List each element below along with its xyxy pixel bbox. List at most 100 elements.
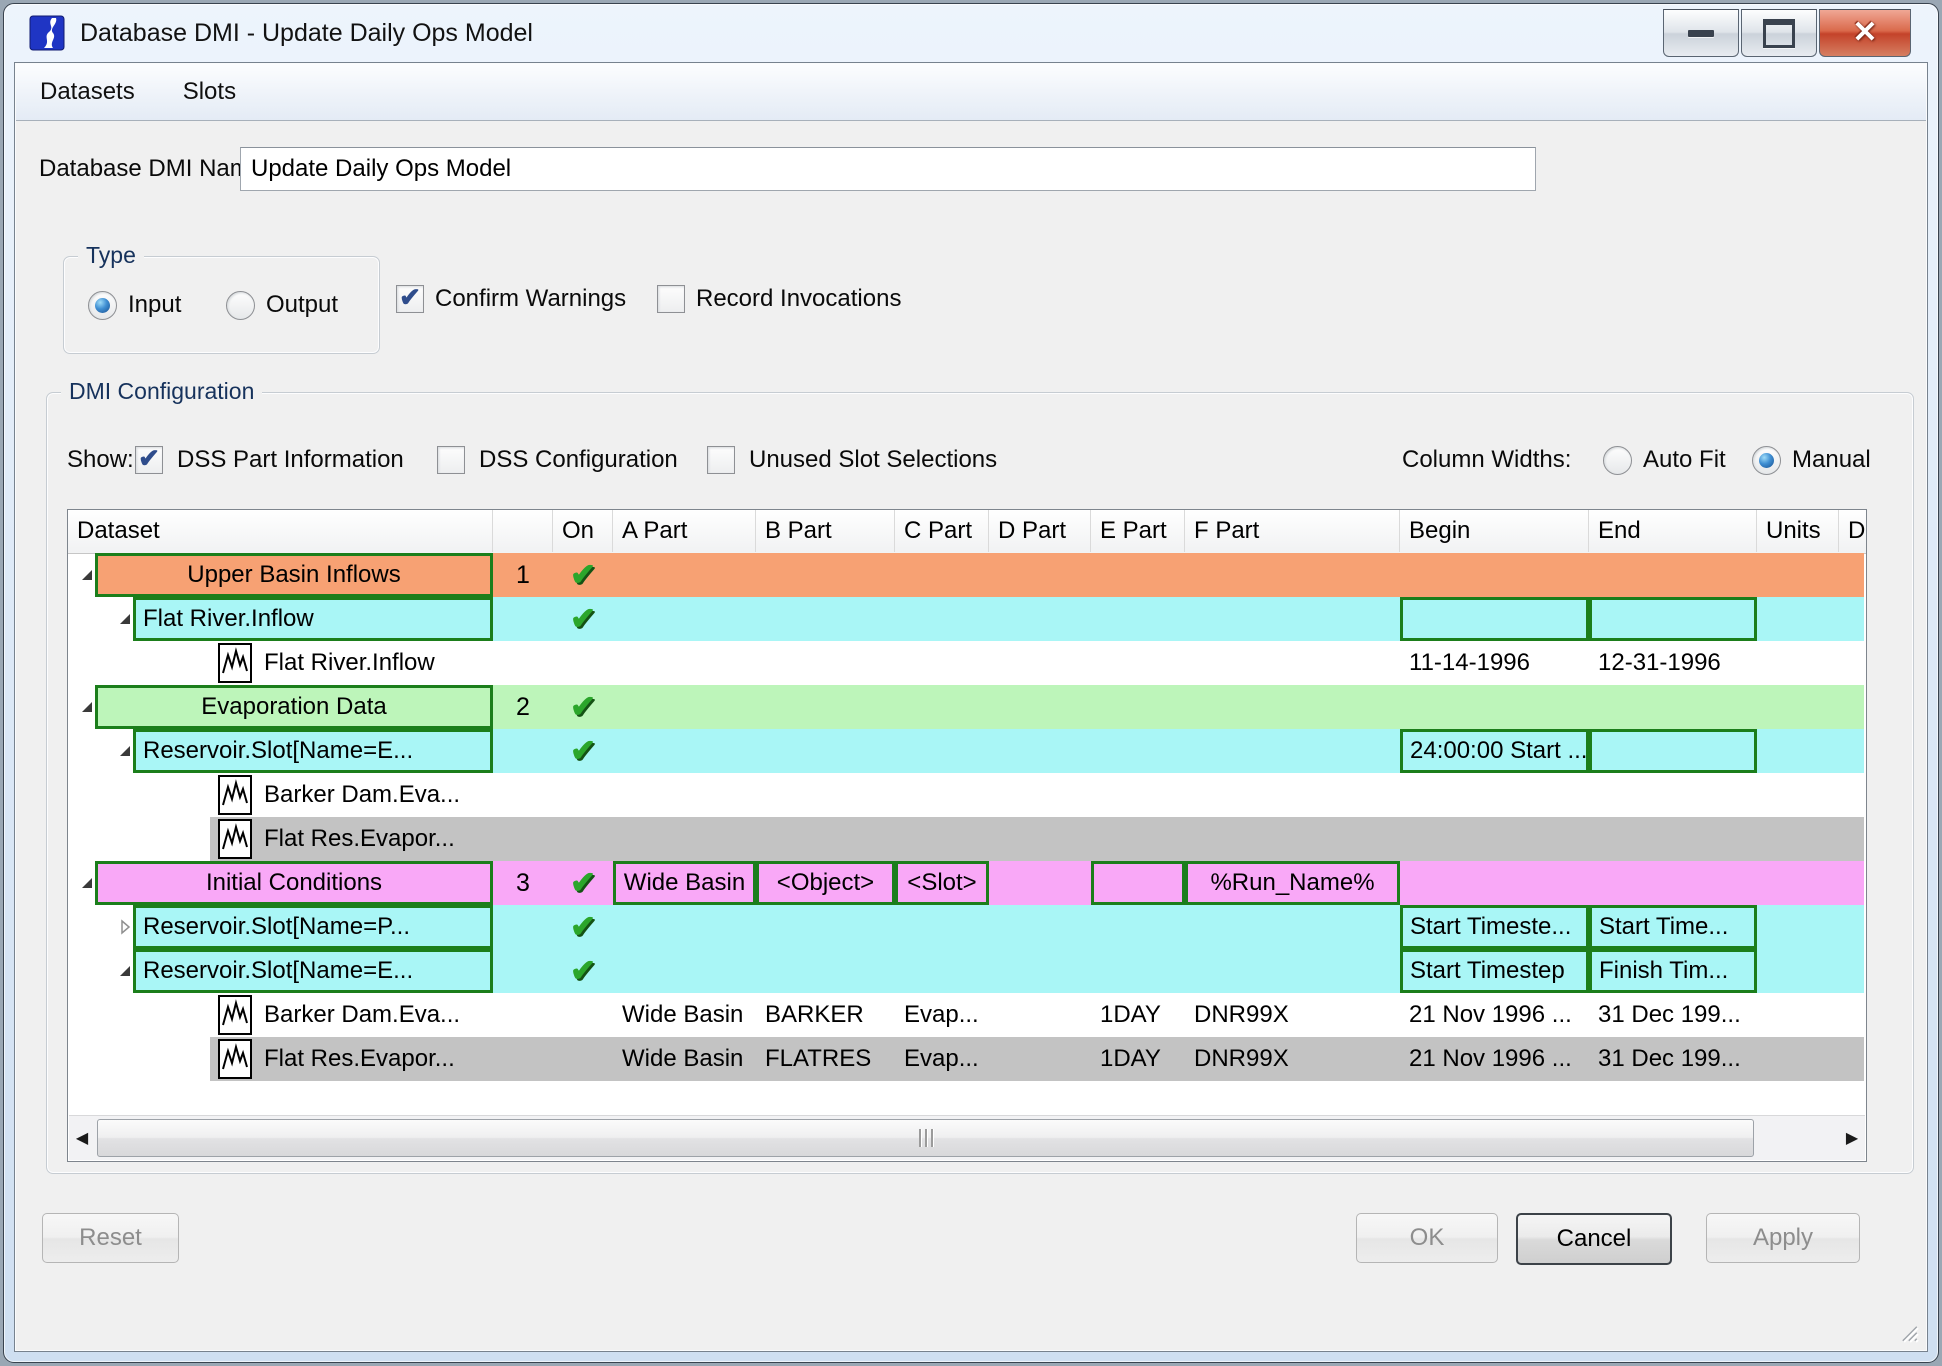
slot-name-label: Barker Dam.Eva...	[264, 993, 492, 1037]
on-checkmark-icon[interactable]: ✔	[553, 597, 613, 641]
group-order-number: 1	[493, 553, 553, 597]
horizontal-scrollbar[interactable]: ◀ ▶	[69, 1115, 1865, 1160]
table-row-9-selection[interactable]: Reservoir.Slot[Name=P... ✔ Start Timeste..…	[68, 905, 1864, 949]
table-row-12-slot[interactable]: Flat Res.Evapor...Wide BasinFLATRESEvap.…	[68, 1037, 1864, 1081]
b-part-cell-box[interactable]: <Object>	[756, 861, 895, 905]
auto-fit-radio[interactable]	[1603, 446, 1632, 475]
input-radio[interactable]	[88, 291, 117, 320]
table-row-2-selection[interactable]: Flat River.Inflow ✔	[68, 597, 1864, 641]
riverware-logo-icon	[29, 15, 65, 51]
table-row-10-selection[interactable]: Reservoir.Slot[Name=E... ✔ Start TimestepF…	[68, 949, 1864, 993]
table-row-6-slot[interactable]: Barker Dam.Eva...	[68, 773, 1864, 817]
on-checkmark-icon[interactable]: ✔	[553, 905, 613, 949]
thumb-grip-icon	[931, 1129, 933, 1147]
column-header-f[interactable]: F Part	[1185, 510, 1400, 552]
dataset-table[interactable]: DatasetOnA PartB PartC PartD PartE PartF…	[67, 509, 1867, 1162]
slot-selection-name-box[interactable]: Reservoir.Slot[Name=E...	[133, 729, 493, 773]
on-checkmark-icon[interactable]: ✔	[553, 861, 613, 905]
on-checkmark-icon[interactable]: ✔	[553, 949, 613, 993]
slot-selection-name-box[interactable]: Reservoir.Slot[Name=E...	[133, 949, 493, 993]
end-part-cell-text: 12-31-1996	[1598, 641, 1757, 685]
f-part-cell-text: DNR99X	[1194, 1037, 1400, 1081]
expander-collapsed-icon[interactable]	[116, 918, 134, 936]
record-invocations-checkbox[interactable]: ✔	[657, 285, 685, 313]
scrollbar-thumb[interactable]	[97, 1119, 1754, 1157]
end-part-cell-box[interactable]: Finish Tim...	[1589, 949, 1757, 993]
end-part-cell-box[interactable]: Start Time...	[1589, 905, 1757, 949]
dmi-name-label: Database DMI Name:	[39, 147, 270, 191]
type-groupbox-label: Type	[78, 242, 144, 269]
unused-slot-selections-checkbox[interactable]: ✔	[707, 446, 735, 474]
output-radio[interactable]	[226, 291, 255, 320]
dss-configuration-checkbox[interactable]: ✔	[437, 446, 465, 474]
column-header-begin[interactable]: Begin	[1400, 510, 1589, 552]
dmi-name-input[interactable]	[240, 147, 1536, 191]
f-part-cell-text: DNR99X	[1194, 993, 1400, 1037]
column-header-b[interactable]: B Part	[756, 510, 895, 552]
expander-expanded-icon[interactable]	[78, 698, 96, 716]
slot-timeseries-icon	[218, 1039, 252, 1079]
expander-expanded-icon[interactable]	[116, 962, 134, 980]
dmi-configuration-groupbox: DMI Configuration Show: ✔ DSS Part Infor…	[46, 392, 1914, 1174]
reset-button[interactable]: Reset	[42, 1213, 179, 1263]
column-header-on[interactable]: On	[553, 510, 613, 552]
menu-item-datasets[interactable]: Datasets	[16, 64, 159, 120]
output-radio-label: Output	[266, 287, 338, 323]
column-header-units[interactable]: Units	[1757, 510, 1839, 552]
column-header-e[interactable]: E Part	[1091, 510, 1185, 552]
title-bar[interactable]: Database DMI - Update Daily Ops Model ✕	[4, 4, 1938, 62]
on-checkmark-icon[interactable]: ✔	[553, 685, 613, 729]
scroll-left-arrow-icon[interactable]: ◀	[69, 1116, 95, 1160]
dss-part-information-checkbox[interactable]: ✔	[135, 446, 163, 474]
begin-part-cell-box[interactable]	[1400, 597, 1589, 641]
apply-button[interactable]: Apply	[1706, 1213, 1860, 1263]
slot-timeseries-icon	[218, 995, 252, 1035]
c-part-cell-box[interactable]: <Slot>	[895, 861, 989, 905]
cancel-button[interactable]: Cancel	[1516, 1213, 1672, 1265]
f-part-cell-box[interactable]: %Run_Name%	[1185, 861, 1400, 905]
slot-selection-name-box[interactable]: Flat River.Inflow	[133, 597, 493, 641]
column-header-c[interactable]: C Part	[895, 510, 989, 552]
column-header-d[interactable]: D Part	[989, 510, 1091, 552]
table-row-5-selection[interactable]: Reservoir.Slot[Name=E... ✔ 24:00:00 Start …	[68, 729, 1864, 773]
a-part-cell-box[interactable]: Wide Basin	[613, 861, 756, 905]
column-header-dlast[interactable]: D	[1839, 510, 1867, 552]
table-row-8-group[interactable]: Initial Conditions3✔Wide Basin<Object><S…	[68, 861, 1864, 905]
manual-radio[interactable]	[1752, 446, 1781, 475]
on-checkmark-icon[interactable]: ✔	[553, 729, 613, 773]
column-header-a[interactable]: A Part	[613, 510, 756, 552]
column-header-num[interactable]	[493, 510, 553, 552]
group-order-number: 3	[493, 861, 553, 905]
table-row-4-group[interactable]: Evaporation Data2✔	[68, 685, 1864, 729]
expander-expanded-icon[interactable]	[116, 742, 134, 760]
menu-item-slots[interactable]: Slots	[159, 64, 260, 120]
scroll-right-arrow-icon[interactable]: ▶	[1839, 1116, 1865, 1160]
resize-grip-icon[interactable]	[1895, 1319, 1921, 1345]
expander-expanded-icon[interactable]	[78, 874, 96, 892]
table-row-1-group[interactable]: Upper Basin Inflows1✔	[68, 553, 1864, 597]
dataset-group-name-box[interactable]: Evaporation Data	[95, 685, 493, 729]
e-part-cell-box[interactable]	[1091, 861, 1185, 905]
minimize-button[interactable]	[1663, 9, 1739, 57]
column-header-end[interactable]: End	[1589, 510, 1757, 552]
on-checkmark-icon[interactable]: ✔	[553, 553, 613, 597]
maximize-button[interactable]	[1741, 9, 1817, 57]
table-row-3-slot[interactable]: Flat River.Inflow11-14-199612-31-1996	[68, 641, 1864, 685]
column-header-dataset[interactable]: Dataset	[68, 510, 493, 552]
dataset-group-name-box[interactable]: Upper Basin Inflows	[95, 553, 493, 597]
expander-expanded-icon[interactable]	[78, 566, 96, 584]
dataset-group-name-box[interactable]: Initial Conditions	[95, 861, 493, 905]
expander-expanded-icon[interactable]	[116, 610, 134, 628]
table-row-7-slot[interactable]: Flat Res.Evapor...	[68, 817, 1864, 861]
close-button[interactable]: ✕	[1819, 9, 1911, 57]
end-part-cell-box[interactable]	[1589, 597, 1757, 641]
table-row-11-slot[interactable]: Barker Dam.Eva...Wide BasinBARKEREvap...…	[68, 993, 1864, 1037]
end-part-cell-box[interactable]	[1589, 729, 1757, 773]
ok-button[interactable]: OK	[1356, 1213, 1498, 1263]
dmi-configuration-label: DMI Configuration	[61, 378, 262, 405]
begin-part-cell-box[interactable]: Start Timestep	[1400, 949, 1589, 993]
confirm-warnings-checkbox[interactable]: ✔	[396, 285, 424, 313]
begin-part-cell-box[interactable]: 24:00:00 Start ...	[1400, 729, 1589, 773]
slot-selection-name-box[interactable]: Reservoir.Slot[Name=P...	[133, 905, 493, 949]
begin-part-cell-box[interactable]: Start Timeste...	[1400, 905, 1589, 949]
